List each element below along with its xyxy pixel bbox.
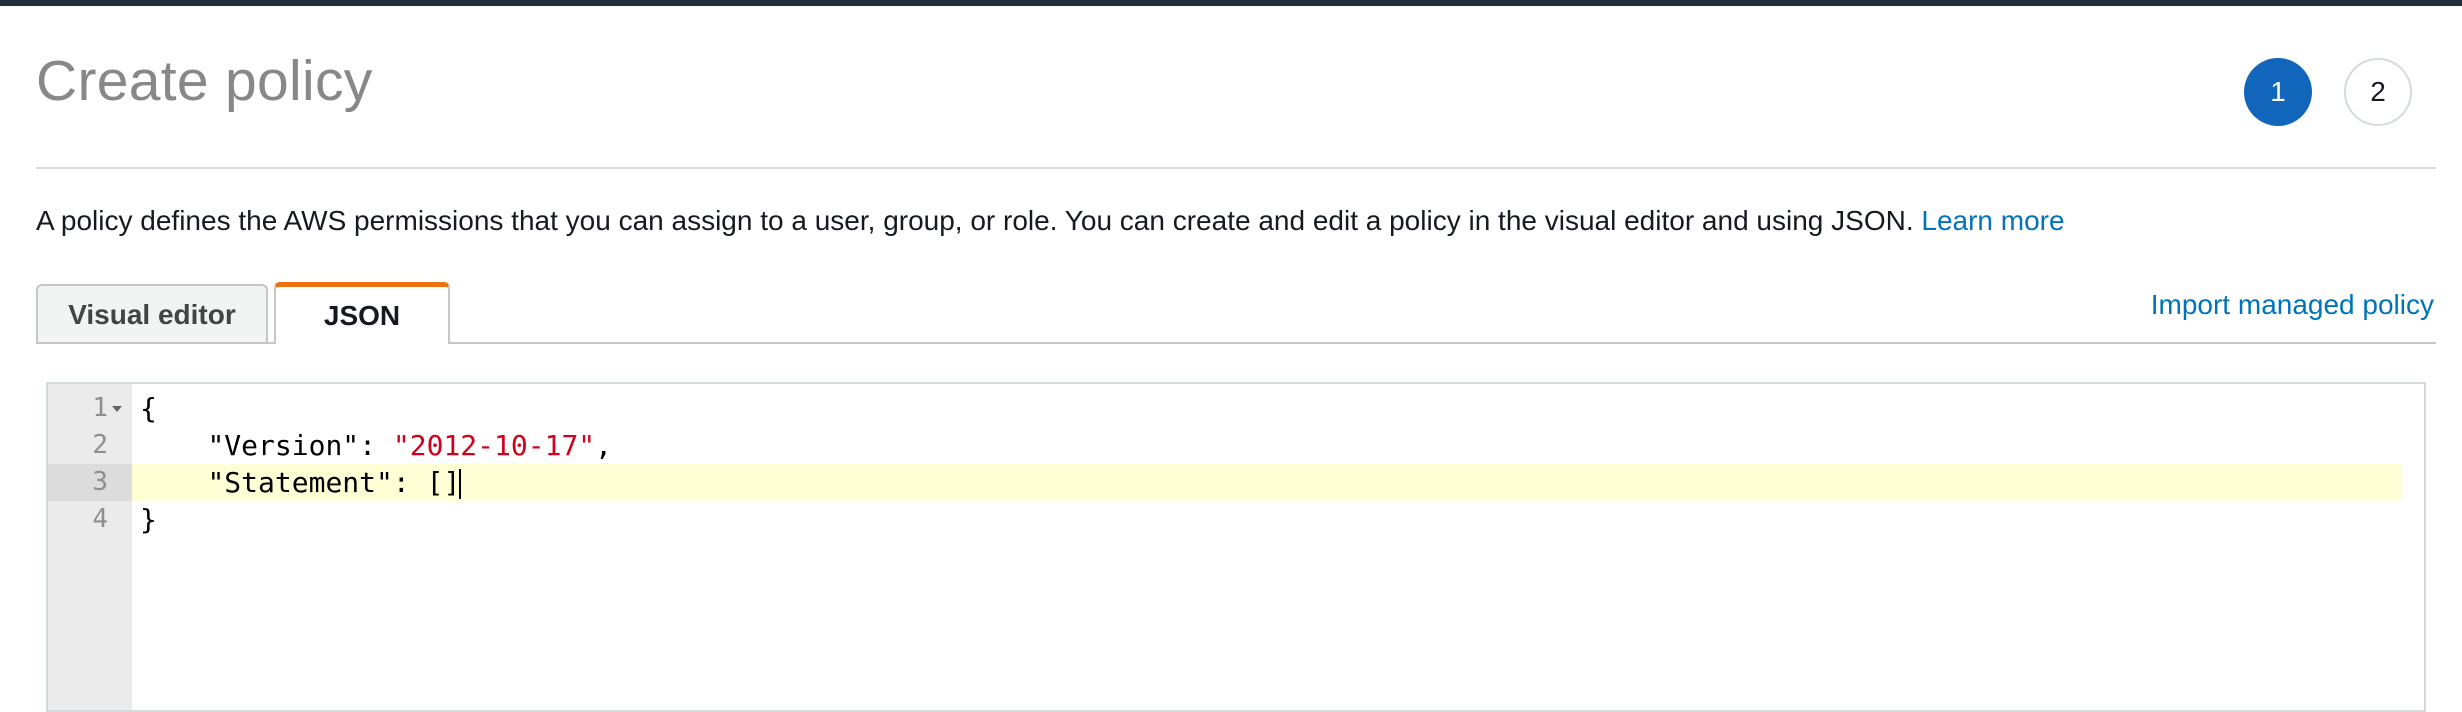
page-title: Create policy [36, 49, 373, 113]
line-number: 3 [48, 464, 132, 501]
tab-visual-editor[interactable]: Visual editor [36, 284, 268, 344]
line-number: 2 [92, 430, 108, 460]
json-string-value: "2012-10-17" [392, 429, 596, 462]
line-number: 4 [92, 504, 108, 534]
header-divider [36, 167, 2436, 169]
json-code-editor[interactable]: 1 { 2 "Version": "2012-10-17", 3 "Statem… [46, 382, 2426, 712]
code-line-1[interactable]: 1 { [48, 390, 2424, 427]
import-managed-policy-link[interactable]: Import managed policy [2151, 288, 2434, 322]
text-cursor [459, 469, 462, 499]
code-line-3-current[interactable]: 3 "Statement": [] [48, 464, 2424, 501]
code-text: "Statement": [] [140, 464, 462, 501]
code-text: "Version": "2012-10-17", [140, 427, 612, 464]
code-line-2[interactable]: 2 "Version": "2012-10-17", [48, 427, 2424, 464]
fold-toggle-icon[interactable] [112, 406, 122, 412]
description-text: A policy defines the AWS permissions tha… [36, 205, 1914, 236]
code-line-4[interactable]: 4 } [48, 501, 2424, 538]
json-trailing-comma: , [595, 429, 613, 462]
code-text: } [140, 503, 157, 536]
json-separator: : [359, 429, 393, 462]
step-1-indicator[interactable]: 1 [2244, 58, 2312, 126]
learn-more-link[interactable]: Learn more [1921, 205, 2064, 236]
json-key: "Statement" [207, 466, 393, 499]
json-array-value: [] [426, 466, 461, 499]
wizard-steps: 1 2 [2244, 58, 2412, 126]
json-key: "Version" [207, 429, 360, 462]
json-separator: : [392, 466, 427, 499]
current-line-highlight [132, 464, 2402, 501]
policy-description: A policy defines the AWS permissions tha… [36, 204, 2065, 238]
top-navigation-bar [0, 0, 2462, 6]
code-text: { [140, 392, 157, 425]
tab-json[interactable]: JSON [274, 282, 450, 344]
step-2-indicator[interactable]: 2 [2344, 58, 2412, 126]
